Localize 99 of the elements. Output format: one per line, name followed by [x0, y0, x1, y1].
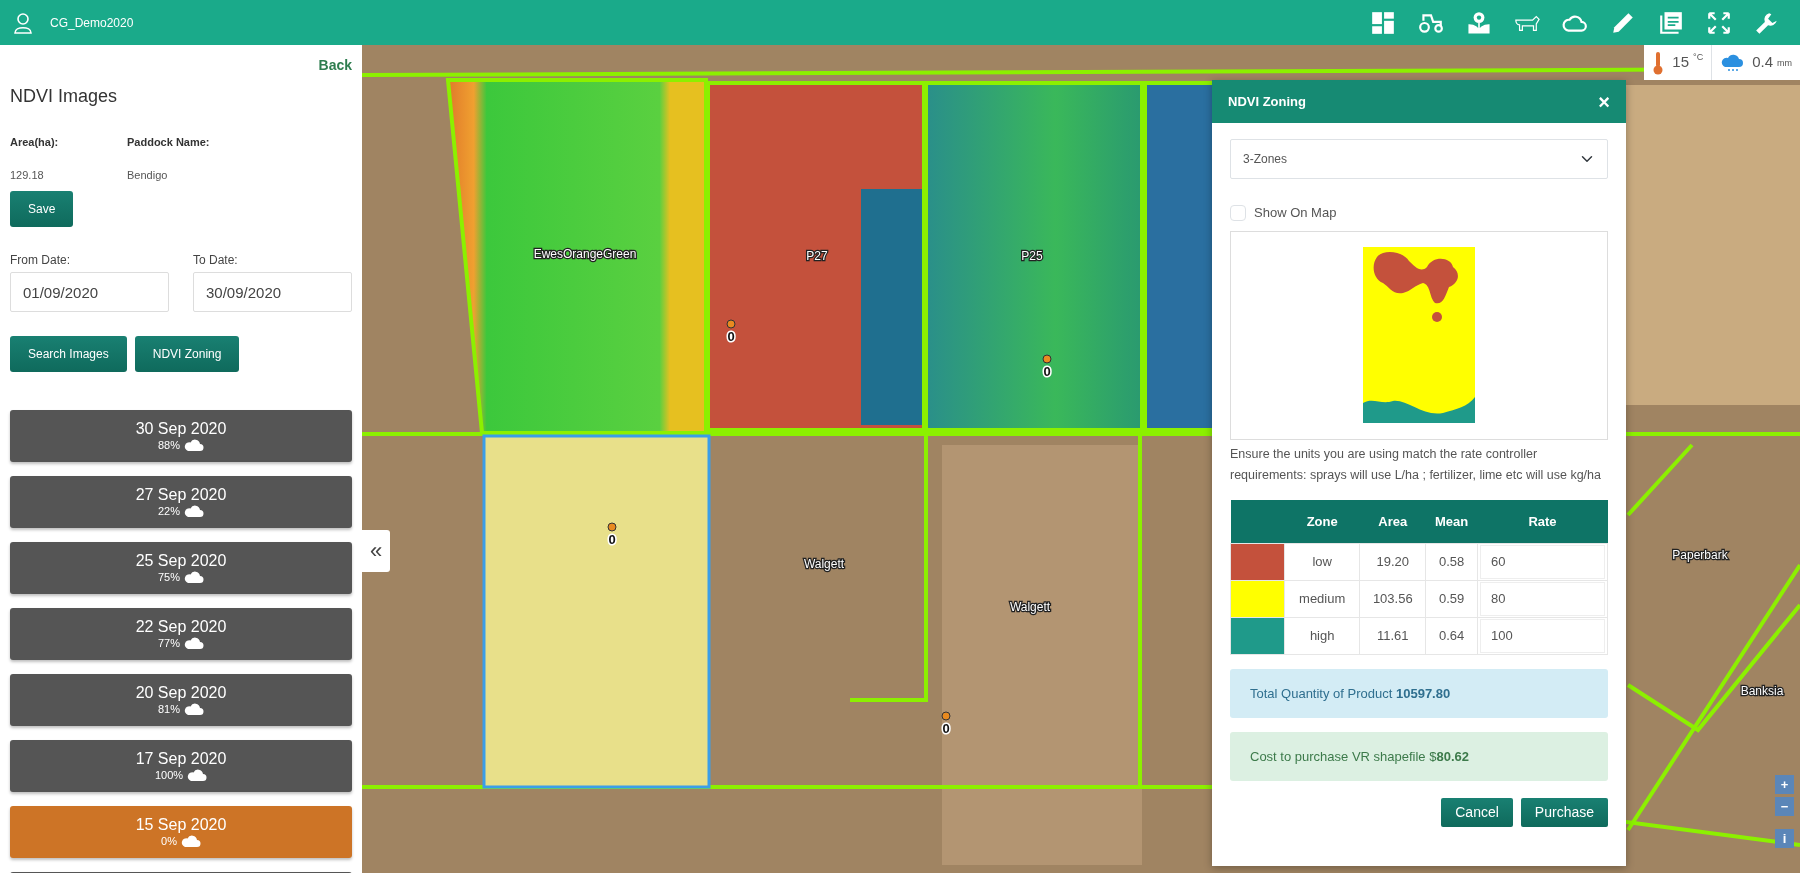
temperature-unit: °C	[1693, 51, 1704, 64]
cloud-icon	[184, 635, 204, 650]
marker-label: 0	[727, 329, 735, 344]
dashboard-icon[interactable]	[1370, 9, 1396, 36]
cloud-cover: 75%	[158, 570, 180, 583]
cost-alert: Cost to purchase VR shapefile $80.62	[1230, 731, 1608, 781]
column-header: Mean	[1425, 500, 1478, 543]
temperature-value: 15	[1672, 52, 1690, 73]
cloud-cover: 22%	[158, 504, 180, 517]
save-button[interactable]: Save	[10, 191, 74, 227]
dialog-button[interactable]: Purchase	[1520, 797, 1608, 827]
paddock-label: Paperbark	[1672, 548, 1728, 562]
units-note: Ensure the units you are using match the rate controller requirements: sprays will use L/ha ; fertilizer, lime etc will use kg/ha	[1230, 445, 1602, 484]
table-cell: low	[1284, 543, 1360, 580]
table-cell: 11.61	[1359, 617, 1426, 654]
field-label: Paddock Name:	[127, 135, 210, 150]
fullscreen-icon[interactable]	[1706, 9, 1732, 36]
map-control-button[interactable]: i	[1775, 829, 1794, 848]
marker-dot[interactable]	[941, 711, 951, 721]
image-date-card[interactable]: 30 Sep 2020 88%	[10, 410, 352, 462]
thermometer-icon	[1652, 50, 1665, 75]
cloud-icon	[184, 569, 204, 584]
table-cell: 0.64	[1425, 617, 1478, 654]
table-cell: medium	[1284, 580, 1360, 617]
image-date: 20 Sep 2020	[135, 684, 227, 702]
panel-title: NDVI Images	[10, 85, 119, 108]
rate-input[interactable]: 60	[1480, 544, 1605, 579]
plant-icon[interactable]	[1466, 9, 1492, 36]
table-cell: high	[1284, 617, 1360, 654]
action-button[interactable]: Search Images	[10, 336, 127, 372]
marker-dot[interactable]	[1042, 354, 1052, 364]
close-button[interactable]: ×	[1598, 91, 1610, 112]
column-header: Area	[1359, 500, 1426, 543]
cloud-cover: 77%	[158, 636, 180, 649]
ndvi-paddock[interactable]	[924, 81, 1144, 432]
total-quantity-alert: Total Quantity of Product 10597.80	[1230, 668, 1608, 718]
action-button[interactable]: NDVI Zoning	[134, 336, 240, 372]
collapse-button[interactable]: «	[362, 530, 390, 572]
image-date: 15 Sep 2020	[135, 816, 227, 834]
back-link[interactable]: Back	[318, 57, 352, 73]
account-name: CG_Demo2020	[50, 14, 134, 32]
table-cell: 0.59	[1425, 580, 1478, 617]
cloud-icon	[187, 767, 208, 782]
rate-input[interactable]: 100	[1480, 618, 1605, 653]
column-header: Zone	[1284, 500, 1360, 543]
cloud-icon	[184, 701, 204, 716]
table-cell: 103.56	[1359, 580, 1426, 617]
marker-label: 0	[1043, 364, 1051, 379]
dialog-title: NDVI Zoning	[1228, 92, 1306, 111]
paddock-label: Walgett	[1009, 600, 1051, 614]
image-date-card[interactable]: 25 Sep 2020 75%	[10, 542, 352, 594]
image-date: 17 Sep 2020	[135, 750, 227, 768]
paddock-label: EwesOrangeGreen	[533, 247, 637, 261]
cloud-cover: 0%	[161, 834, 177, 847]
table-cell: 0.58	[1425, 543, 1478, 580]
from-date-label: From Date:	[10, 252, 71, 269]
rainfall-unit: mm	[1777, 57, 1792, 71]
from-date-field[interactable]: 01/09/2020	[10, 272, 169, 312]
map-control-button[interactable]: −	[1775, 797, 1794, 816]
image-date: 22 Sep 2020	[135, 618, 227, 636]
column-header: Rate	[1477, 500, 1608, 543]
image-date: 25 Sep 2020	[135, 552, 227, 570]
cloud-icon	[180, 833, 201, 848]
field-label: Area(ha):	[10, 135, 60, 150]
paddock-label: Walgett	[803, 557, 845, 571]
paddock-label: P27	[806, 249, 828, 263]
image-date-card[interactable]: 22 Sep 2020 77%	[10, 608, 352, 660]
to-date-field[interactable]: 30/09/2020	[193, 272, 352, 312]
show-on-map-checkbox[interactable]	[1230, 204, 1246, 221]
image-date-card[interactable]: 27 Sep 2020 22%	[10, 476, 352, 528]
field-value: Bendigo	[127, 167, 169, 183]
ndvi-paddock[interactable]	[706, 81, 926, 432]
show-on-map-label: Show On Map	[1254, 204, 1337, 222]
rainfall-value: 0.4	[1752, 52, 1773, 73]
field-value: 129.18	[10, 167, 45, 183]
image-date: 30 Sep 2020	[135, 420, 227, 438]
cloud-cover: 88%	[158, 438, 180, 451]
marker-label: 0	[608, 532, 616, 547]
user-icon[interactable]	[14, 11, 34, 34]
to-date-label: To Date:	[193, 252, 239, 269]
paddock-label: P25	[1021, 249, 1043, 263]
zones-select[interactable]: 3-Zones	[1230, 139, 1608, 179]
paddock-label: Banksia	[1740, 684, 1784, 698]
marker-dot[interactable]	[607, 522, 617, 532]
image-date-card[interactable]: 17 Sep 2020 100%	[10, 740, 352, 792]
table-cell: 19.20	[1359, 543, 1426, 580]
rate-input[interactable]: 80	[1480, 581, 1605, 616]
cloud-icon	[184, 437, 204, 452]
cloud-icon	[184, 503, 204, 518]
map-control-button[interactable]: +	[1775, 775, 1794, 794]
cloud-cover: 81%	[158, 702, 180, 715]
dialog-button[interactable]: Cancel	[1441, 797, 1513, 827]
cloud-cover: 100%	[154, 768, 184, 781]
marker-dot[interactable]	[726, 319, 736, 329]
image-date-card[interactable]: 20 Sep 2020 81%	[10, 674, 352, 726]
rain-cloud-icon	[1720, 52, 1745, 73]
image-date: 27 Sep 2020	[135, 486, 227, 504]
document-icon[interactable]	[1658, 9, 1684, 36]
marker-label: 0	[942, 721, 950, 736]
